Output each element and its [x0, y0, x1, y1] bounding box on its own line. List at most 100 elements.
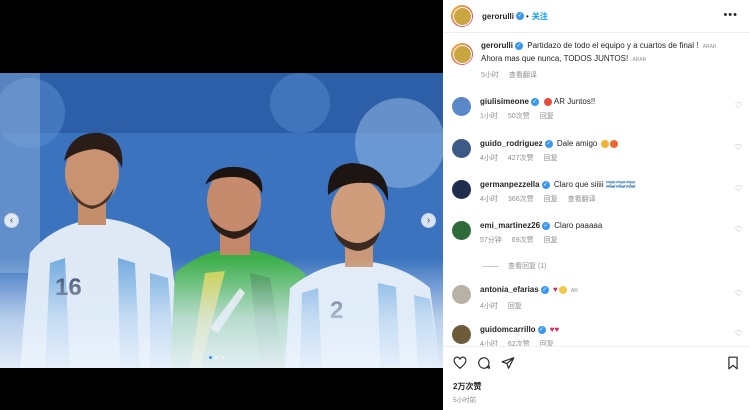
- flag-tag: ARAR: [632, 57, 647, 63]
- red-heart-emoji-icon: ♥: [554, 325, 560, 334]
- avatar[interactable]: [452, 139, 471, 158]
- comment-text: AR: [570, 288, 578, 294]
- comment-likes[interactable]: 427次赞: [508, 153, 534, 164]
- like-comment-heart-icon[interactable]: ♡: [735, 101, 742, 110]
- post-header: gerorulli ✓ • 关注 •••: [443, 0, 750, 33]
- verified-badge-icon: ✓: [530, 97, 539, 106]
- more-options-icon[interactable]: •••: [723, 10, 738, 21]
- comment-likes[interactable]: 366次赞: [508, 194, 534, 205]
- see-translation-link[interactable]: 查看翻译: [509, 70, 537, 81]
- next-photo-button[interactable]: ›: [421, 213, 436, 228]
- caption-text: Partidazo de todo el equipo y a cuartos …: [527, 41, 701, 50]
- comment-text: Dale amigo: [556, 139, 600, 148]
- comment-body: antonia_efarias ✓ ♥ AR 4小时 回复: [480, 284, 730, 312]
- comment-time: 1小时: [480, 113, 498, 120]
- heart-eyes-emoji-icon: [544, 97, 553, 106]
- verified-badge-icon: ✓: [537, 325, 546, 334]
- like-comment-heart-icon[interactable]: ♡: [735, 289, 742, 298]
- clap-emoji-icon: [600, 139, 609, 148]
- hug-emoji-icon: [558, 285, 567, 294]
- comment-username[interactable]: giulisimeone: [480, 97, 529, 106]
- like-comment-heart-icon[interactable]: ♡: [735, 184, 742, 193]
- carousel-dot: [221, 356, 224, 359]
- caption-text-line-2: Ahora mas que nunca, TODOS JUNTOS!: [481, 54, 631, 63]
- reply-button[interactable]: 回复: [540, 111, 554, 122]
- reply-button[interactable]: 回复: [508, 301, 522, 312]
- action-icons: [453, 356, 515, 370]
- comment-meta: 4小时 回复: [480, 301, 730, 312]
- comment-item: antonia_efarias ✓ ♥ AR 4小时 回复 ♡: [443, 284, 750, 312]
- avatar[interactable]: [452, 325, 471, 344]
- avatar: [452, 44, 472, 64]
- comment-time: 4小时: [480, 155, 498, 162]
- verified-badge-icon: ✓: [542, 221, 551, 230]
- carousel-dot: [215, 356, 218, 359]
- comment-meta: 4小时 366次赞 回复 查看翻译: [480, 194, 730, 205]
- caption-author[interactable]: gerorulli: [481, 41, 513, 50]
- like-comment-heart-icon[interactable]: ♡: [735, 225, 742, 234]
- avatar: [452, 6, 472, 26]
- verified-badge-icon: ✓: [541, 180, 550, 189]
- comment-username[interactable]: emi_martinez26: [480, 221, 540, 230]
- comment-item: guido_rodriguez ✓ Dale amigo 4小时 427次赞 回复…: [443, 138, 750, 164]
- comment-text: Claro que siiiii 🇦🇷🇦🇷🇦🇷: [553, 180, 636, 189]
- bookmark-icon[interactable]: [726, 356, 740, 370]
- comment-item: germanpezzella ✓ Claro que siiiii 🇦🇷🇦🇷🇦🇷 …: [443, 179, 750, 205]
- fire-emoji-icon: [609, 139, 618, 148]
- comment-time: 4小时: [480, 196, 498, 203]
- comment-username[interactable]: guidomcarrillo: [480, 325, 536, 334]
- verified-badge-icon: ✓: [515, 41, 524, 50]
- author-username[interactable]: gerorulli: [482, 12, 514, 21]
- verified-badge-icon: ✓: [540, 285, 549, 294]
- like-comment-heart-icon[interactable]: ♡: [735, 329, 742, 338]
- heart-icon[interactable]: [453, 356, 467, 370]
- reply-button[interactable]: 回复: [544, 235, 558, 246]
- avatar[interactable]: [452, 97, 471, 116]
- photo-bottom-fade: [0, 258, 443, 368]
- comment-username[interactable]: germanpezzella: [480, 180, 540, 189]
- verified-badge-icon: ✓: [516, 12, 525, 20]
- avatar[interactable]: [452, 180, 471, 199]
- separator-dot: •: [526, 11, 529, 21]
- comment-body: giulisimeone ✓ AR Juntos!! 1小时 50次赞 回复: [480, 96, 730, 122]
- post-likes-count[interactable]: 2万次赞: [453, 381, 481, 392]
- comment-time: 4小时: [480, 303, 498, 310]
- caption-meta: 5小时 查看翻译: [481, 70, 746, 81]
- verified-badge-icon: ✓: [544, 139, 553, 148]
- post-side-panel: gerorulli ✓ • 关注 ••• gerorulli ✓ Partidaz…: [443, 0, 750, 410]
- see-translation-link[interactable]: 查看翻译: [568, 194, 596, 205]
- avatar[interactable]: [452, 221, 471, 240]
- replies-divider-line: [483, 265, 499, 267]
- comment-username[interactable]: guido_rodriguez: [480, 139, 543, 148]
- comment-username[interactable]: antonia_efarias: [480, 285, 539, 294]
- comment-meta: 1小时 50次赞 回复: [480, 111, 730, 122]
- comment-likes[interactable]: 69次赞: [512, 235, 534, 246]
- share-icon[interactable]: [501, 356, 515, 370]
- comment-item: giulisimeone ✓ AR Juntos!! 1小时 50次赞 回复 ♡: [443, 96, 750, 122]
- reply-button[interactable]: 回复: [544, 153, 558, 164]
- caption-body: gerorulli ✓ Partidazo de todo el equipo y…: [481, 40, 746, 81]
- author-avatar-ring[interactable]: [451, 43, 473, 65]
- caption-time: 5小时: [481, 72, 499, 79]
- reply-button[interactable]: 回复: [544, 194, 558, 205]
- comment-icon[interactable]: [477, 356, 491, 370]
- comment-meta: 57分钟 69次赞 回复: [480, 235, 730, 246]
- comment-meta: 4小时 427次赞 回复: [480, 153, 730, 164]
- carousel-indicator: [209, 356, 224, 359]
- follow-button[interactable]: 关注: [532, 11, 548, 22]
- like-comment-heart-icon[interactable]: ♡: [735, 143, 742, 152]
- comment-time: 57分钟: [480, 237, 502, 244]
- previous-photo-button[interactable]: ‹: [4, 213, 19, 228]
- post-timestamp: 5小时前: [453, 397, 477, 404]
- comment-body: emi_martinez26 ✓ Claro paaaaa 57分钟 69次赞 回…: [480, 220, 730, 246]
- comment-text: Claro paaaaa: [554, 221, 603, 230]
- comment-likes[interactable]: 50次赞: [508, 111, 530, 122]
- view-replies-link[interactable]: 查看回复 (1): [483, 261, 547, 271]
- flag-tag: ARAR: [702, 44, 717, 50]
- comment-item: emi_martinez26 ✓ Claro paaaaa 57分钟 69次赞 回…: [443, 220, 750, 246]
- post-photo[interactable]: 16 2 ‹ ›: [0, 73, 443, 368]
- carousel-dot: [209, 356, 212, 359]
- author-avatar-ring[interactable]: [451, 5, 473, 27]
- comment-text: AR Juntos!!: [553, 97, 596, 106]
- avatar[interactable]: [452, 285, 471, 304]
